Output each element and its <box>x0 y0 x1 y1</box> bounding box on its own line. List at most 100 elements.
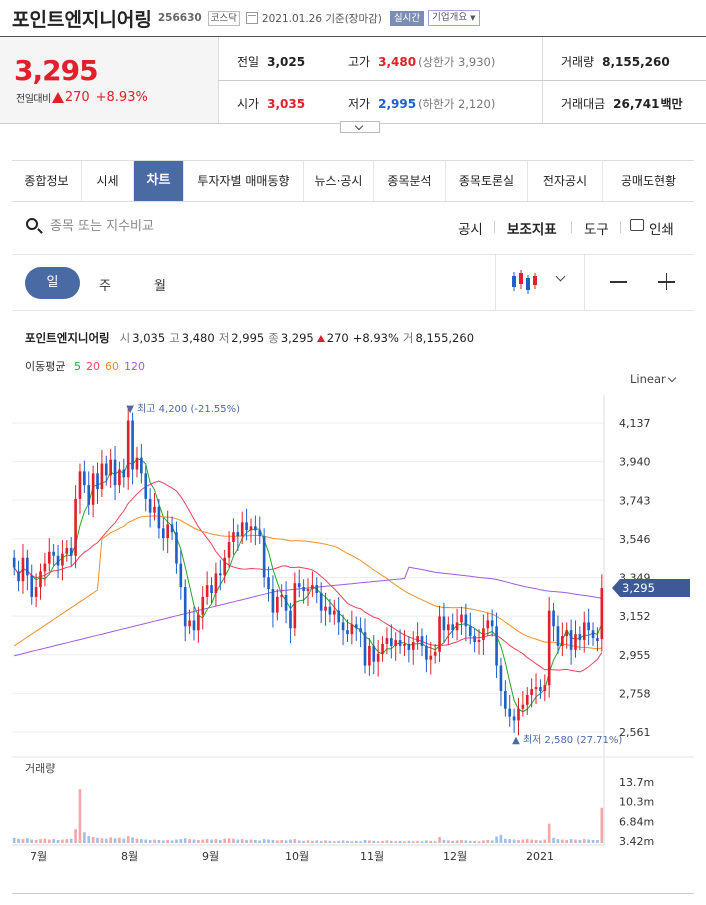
zoom-out-icon[interactable] <box>610 281 627 283</box>
volume-bar <box>161 840 165 843</box>
volume-bar <box>262 839 266 843</box>
tab-analysis[interactable]: 종목분석 <box>374 161 446 201</box>
tab-short-selling[interactable]: 공매도현황 <box>603 161 694 201</box>
candle-body <box>552 610 555 627</box>
tab-news[interactable]: 뉴스·공시 <box>304 161 374 201</box>
candle-body <box>104 463 108 476</box>
volume-bar <box>328 840 332 843</box>
candle-body <box>561 636 564 646</box>
tool-button[interactable]: 도구 <box>584 218 609 238</box>
volume-bar <box>451 840 455 843</box>
candle-body <box>170 524 174 533</box>
zoom-in-icon-vertical <box>665 273 667 290</box>
candle-body <box>161 528 165 539</box>
candle-body <box>210 585 213 593</box>
volume-bar <box>390 840 393 843</box>
volume-tick-label: 6.84m <box>619 815 654 828</box>
candle-body <box>214 573 218 593</box>
volume-bar <box>332 841 336 843</box>
x-tick-label: 11월 <box>360 850 384 863</box>
tab-disclosure[interactable]: 전자공시 <box>528 161 603 201</box>
volume-bar <box>547 823 551 843</box>
tab-quotes[interactable]: 시세 <box>82 161 134 201</box>
volume-bar <box>240 839 244 843</box>
volume-bar <box>293 839 297 843</box>
stock-code: 256630 <box>157 12 202 24</box>
volume-bar <box>118 837 121 843</box>
candle-body <box>468 626 472 637</box>
chevron-down-icon[interactable] <box>667 373 677 383</box>
volume-bar <box>210 839 213 843</box>
volume-bar <box>65 839 69 843</box>
ma-legend-60[interactable]: 60 <box>105 360 119 373</box>
tab-forum[interactable]: 종목토론실 <box>446 161 528 201</box>
volume-bar <box>183 838 187 843</box>
volume-bar <box>87 836 91 843</box>
volume-bar <box>179 839 183 843</box>
search-input[interactable] <box>50 216 290 236</box>
volume-bar <box>197 839 200 843</box>
ma-legend-20[interactable]: 20 <box>86 360 100 373</box>
price-chart[interactable]: 4,1373,9403,7433,5463,3493,1522,9552,758… <box>0 395 706 870</box>
volume-bar <box>122 838 126 843</box>
candle-body <box>87 485 91 505</box>
indicator-button[interactable]: 보조지표 <box>507 218 557 238</box>
candle-body <box>547 610 551 686</box>
chart-type-selector[interactable] <box>495 255 585 310</box>
volume-bar <box>341 840 345 843</box>
volume-bar <box>407 840 411 843</box>
candle-body <box>258 530 262 537</box>
volume-bar <box>363 839 367 843</box>
realtime-badge[interactable]: 실시간 <box>389 10 425 26</box>
candle-body <box>504 691 507 709</box>
candle-body <box>354 624 358 629</box>
notice-button[interactable]: 공시 <box>458 218 483 238</box>
candle-body <box>236 532 240 537</box>
candle-body <box>26 557 29 576</box>
candle-body <box>267 577 270 590</box>
volume-bar <box>78 789 82 843</box>
candle-body <box>482 628 485 641</box>
volume-bar <box>258 840 262 843</box>
volume-bar <box>468 840 472 843</box>
volume-bar <box>574 839 577 843</box>
volume-bar <box>69 838 73 843</box>
candle-body <box>499 665 503 692</box>
volume-bar <box>47 839 51 843</box>
y-tick-label: 2,758 <box>619 687 651 700</box>
company-overview-dropdown[interactable]: 기업개요 ▼ <box>428 10 480 26</box>
tab-overview[interactable]: 종합정보 <box>12 161 82 201</box>
candle-body <box>148 498 152 513</box>
volume-bar <box>61 839 64 843</box>
candle-body <box>403 643 406 646</box>
candle-body <box>591 630 595 639</box>
print-button[interactable]: 인쇄 <box>649 218 674 238</box>
period-month-button[interactable]: 월 <box>154 275 166 294</box>
volume-bar <box>148 839 152 843</box>
candle-body <box>596 638 599 642</box>
candle-body <box>83 471 86 486</box>
x-tick-label: 8월 <box>121 850 138 863</box>
candle-body <box>539 687 542 692</box>
tab-chart[interactable]: 차트 <box>134 161 184 201</box>
volume-bar <box>144 839 148 843</box>
period-week-button[interactable]: 주 <box>99 275 111 294</box>
candle-body <box>47 551 51 564</box>
ma-legend-120[interactable]: 120 <box>124 360 145 373</box>
volume-bar <box>416 840 419 843</box>
candle-body <box>324 606 327 611</box>
chart-bottom-border <box>12 893 694 894</box>
search-icon[interactable] <box>26 218 38 230</box>
candle-body <box>43 563 47 572</box>
change-percent: +8.93% <box>95 90 148 105</box>
ma-legend-5[interactable]: 5 <box>74 360 81 373</box>
print-icon[interactable] <box>630 219 644 231</box>
stat-amount: 거래대금 26,741백만 <box>561 97 683 111</box>
volume-bar <box>495 836 498 843</box>
period-day-button[interactable]: 일 <box>25 267 80 299</box>
candle-body <box>319 592 323 611</box>
scale-dropdown[interactable]: Linear <box>630 372 666 386</box>
tab-investor-trends[interactable]: 투자자별 매매동향 <box>184 161 304 201</box>
volume-bar <box>188 839 191 843</box>
expand-chevron-icon[interactable] <box>340 121 380 133</box>
